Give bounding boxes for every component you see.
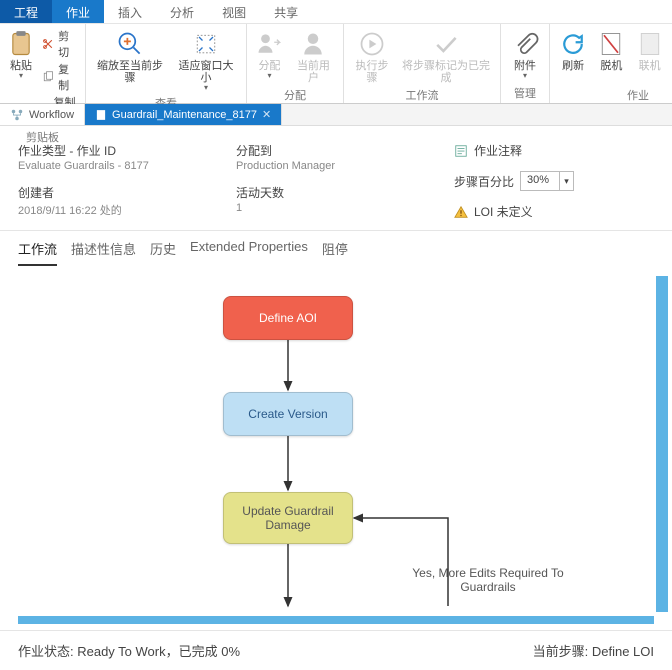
- pct-dropdown[interactable]: 30% ▾: [520, 171, 574, 191]
- sub-tab-block[interactable]: 阻停: [322, 239, 348, 266]
- paste-button[interactable]: 粘贴 ▾: [4, 26, 38, 82]
- copy-button[interactable]: 复制: [42, 61, 77, 93]
- warning-icon: [454, 205, 468, 219]
- status-right: 当前步骤: Define LOI: [533, 641, 654, 660]
- job-notes[interactable]: 作业注释: [454, 142, 654, 159]
- ribbon-group-clipboard: 粘贴 ▾ 剪切 复制 复制路径 剪贴板: [0, 24, 86, 103]
- chevron-down-icon: ▾: [19, 71, 23, 80]
- fit-window-icon: [192, 30, 220, 58]
- status-bar: 作业状态: Ready To Work，已完成 0% 当前步骤: Define …: [0, 630, 672, 670]
- sub-tabs: 工作流 描述性信息 历史 Extended Properties 阻停: [0, 231, 672, 266]
- sub-tab-ext[interactable]: Extended Properties: [190, 239, 308, 266]
- play-icon: [358, 30, 386, 58]
- online-icon: [636, 30, 664, 58]
- ribbon-group-manage: 附件 ▾ 管理: [501, 24, 550, 103]
- fit-window-button[interactable]: 适应窗口大小 ▾: [170, 26, 242, 94]
- creator-value: 2018/9/11 16:22 处的: [18, 202, 236, 218]
- refresh-button[interactable]: 刷新: [554, 26, 592, 74]
- assign-label: 分配到: [236, 142, 454, 159]
- job-type-value: Evaluate Guardrails - 8177: [18, 160, 236, 172]
- ribbon-label-assign: 分配: [251, 86, 339, 105]
- close-icon[interactable]: ✕: [262, 108, 271, 121]
- ribbon-group-workflow: 执行步骤 将步骤标记为已完成 工作流: [344, 24, 501, 103]
- ribbon-group-view: 缩放至当前步骤 适应窗口大小 ▾ 查看: [86, 24, 247, 103]
- sub-tab-workflow[interactable]: 工作流: [18, 239, 57, 266]
- copy-icon: [42, 70, 54, 84]
- ribbon-label-manage: 管理: [505, 84, 545, 103]
- chevron-down-icon: ▾: [523, 71, 527, 80]
- online-button[interactable]: 联机: [631, 26, 669, 74]
- tab-project[interactable]: 工程: [0, 0, 52, 23]
- tab-view[interactable]: 视图: [208, 0, 260, 23]
- node-define-aoi[interactable]: Define AOI: [223, 296, 353, 340]
- edge-label-more-edits: Yes, More Edits Required To Guardrails: [403, 566, 573, 594]
- ribbon-group-assign: 分配 ▾ 当前用户 分配: [247, 24, 344, 103]
- status-left: 作业状态: Ready To Work，已完成 0%: [18, 641, 240, 660]
- user-icon: [299, 30, 327, 58]
- ribbon: 粘贴 ▾ 剪切 复制 复制路径 剪贴板: [0, 24, 672, 104]
- scissors-icon: [42, 37, 54, 51]
- current-user-button[interactable]: 当前用户: [288, 26, 339, 86]
- file-icon: [95, 109, 107, 121]
- tab-insert[interactable]: 插入: [104, 0, 156, 23]
- document-tabs: Workflow Guardrail_Maintenance_8177 ✕: [0, 104, 672, 126]
- node-update-damage[interactable]: Update Guardrail Damage: [223, 492, 353, 544]
- offline-icon: [597, 30, 625, 58]
- ribbon-label-job: 作业: [554, 86, 672, 105]
- magnifier-plus-icon: [116, 30, 144, 58]
- paste-icon: [7, 30, 35, 58]
- info-panel: 作业类型 - 作业 ID Evaluate Guardrails - 8177 …: [0, 126, 672, 231]
- pct-value: 30%: [521, 172, 559, 190]
- assign-button[interactable]: 分配 ▾: [251, 26, 288, 82]
- execute-step-button[interactable]: 执行步骤: [348, 26, 396, 86]
- chevron-down-icon: ▾: [204, 83, 208, 92]
- doc-tab-file[interactable]: Guardrail_Maintenance_8177 ✕: [85, 104, 282, 125]
- zoom-to-step-button[interactable]: 缩放至当前步骤: [90, 26, 170, 86]
- workflow-canvas-wrap: Define AOI Create Version Update Guardra…: [18, 276, 668, 624]
- job-type-label: 作业类型 - 作业 ID: [18, 142, 236, 159]
- sub-tab-history[interactable]: 历史: [150, 239, 176, 266]
- notes-icon: [454, 144, 468, 158]
- vertical-scrollbar[interactable]: [656, 276, 668, 612]
- sub-tab-desc[interactable]: 描述性信息: [71, 239, 136, 266]
- horizontal-scrollbar[interactable]: [18, 616, 654, 624]
- workflow-icon: [10, 108, 24, 122]
- tab-work[interactable]: 作业: [52, 0, 104, 23]
- tab-analyze[interactable]: 分析: [156, 0, 208, 23]
- top-tabs: 工程 作业 插入 分析 视图 共享: [0, 0, 672, 24]
- offline-button[interactable]: 脱机: [592, 26, 630, 74]
- check-icon: [432, 30, 460, 58]
- tab-share[interactable]: 共享: [260, 0, 312, 23]
- assign-value: Production Manager: [236, 160, 454, 172]
- attach-button[interactable]: 附件 ▾: [505, 26, 545, 82]
- loi-warning: LOI 未定义: [454, 203, 654, 220]
- chevron-down-icon: ▾: [559, 172, 573, 190]
- user-arrow-icon: [255, 30, 283, 58]
- ribbon-group-job: 刷新 脱机 联机 克隆作业 作业: [550, 24, 672, 103]
- doc-tab-workflow[interactable]: Workflow: [0, 104, 85, 125]
- cut-button[interactable]: 剪切: [42, 28, 77, 60]
- refresh-icon: [559, 30, 587, 58]
- ribbon-label-workflow: 工作流: [348, 86, 496, 105]
- creator-label: 创建者: [18, 184, 236, 201]
- workflow-canvas[interactable]: Define AOI Create Version Update Guardra…: [18, 276, 654, 624]
- node-create-version[interactable]: Create Version: [223, 392, 353, 436]
- pct-label: 步骤百分比: [454, 173, 514, 190]
- active-days-value: 1: [236, 202, 454, 214]
- paperclip-icon: [511, 30, 539, 58]
- active-days-label: 活动天数: [236, 184, 454, 201]
- chevron-down-icon: ▾: [267, 71, 271, 80]
- mark-done-button[interactable]: 将步骤标记为已完成: [396, 26, 496, 86]
